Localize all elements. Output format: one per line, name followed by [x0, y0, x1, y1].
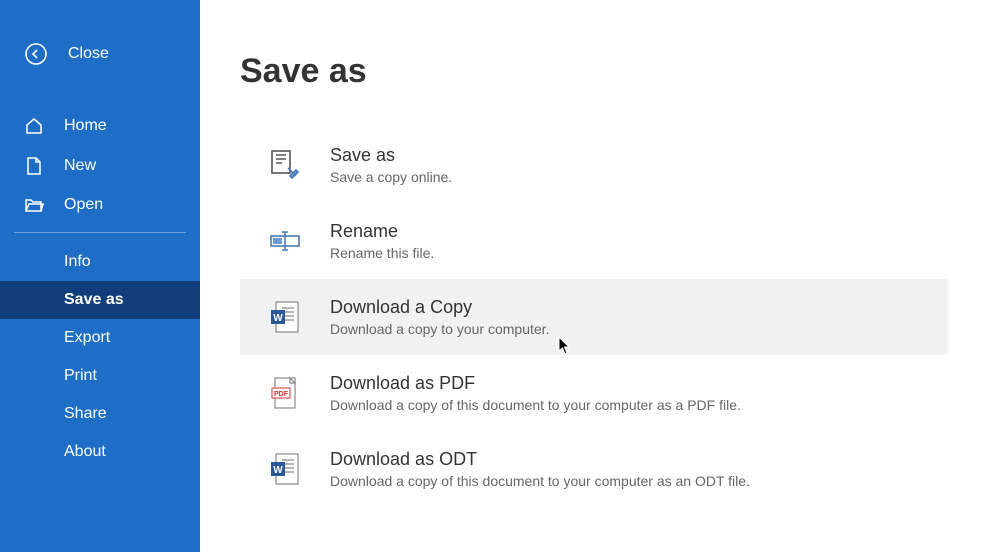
- sidebar-item-label: Save as: [64, 291, 124, 309]
- sidebar-item-label: Open: [64, 196, 103, 214]
- sidebar-item-info[interactable]: Info: [0, 243, 200, 281]
- option-download-odt[interactable]: W Download as ODT Download a copy of thi…: [240, 431, 948, 507]
- sidebar-item-home[interactable]: Home: [0, 106, 200, 146]
- svg-text:W: W: [273, 465, 283, 476]
- sidebar-item-export[interactable]: Export: [0, 319, 200, 357]
- option-rename[interactable]: Rename Rename this file.: [240, 203, 948, 279]
- close-button[interactable]: Close: [0, 24, 200, 84]
- option-save-as[interactable]: Save as Save a copy online.: [240, 127, 948, 203]
- sidebar-item-label: Home: [64, 117, 107, 135]
- page-title: Save as: [240, 52, 948, 91]
- sidebar-item-label: New: [64, 157, 96, 175]
- option-download-copy[interactable]: W Download a Copy Download a copy to you…: [240, 279, 948, 355]
- sidebar-item-label: About: [64, 443, 106, 461]
- sidebar-item-new[interactable]: New: [0, 146, 200, 186]
- option-title: Rename: [330, 221, 434, 242]
- word-doc-icon: W: [268, 300, 302, 334]
- option-desc: Download a copy to your computer.: [330, 321, 549, 337]
- svg-text:PDF: PDF: [274, 391, 289, 398]
- option-desc: Save a copy online.: [330, 169, 452, 185]
- sidebar-item-share[interactable]: Share: [0, 395, 200, 433]
- main-panel: Save as Save as Save a copy online. Rena…: [200, 0, 1004, 552]
- option-desc: Download a copy of this document to your…: [330, 473, 750, 489]
- sidebar-item-save-as[interactable]: Save as: [0, 281, 200, 319]
- option-desc: Download a copy of this document to your…: [330, 397, 741, 413]
- sidebar-item-label: Info: [64, 253, 91, 271]
- odt-doc-icon: W: [268, 452, 302, 486]
- sidebar-divider: [14, 232, 186, 233]
- option-download-pdf[interactable]: PDF Download as PDF Download a copy of t…: [240, 355, 948, 431]
- option-title: Save as: [330, 145, 452, 166]
- option-desc: Rename this file.: [330, 245, 434, 261]
- rename-icon: [268, 224, 302, 258]
- new-file-icon: [24, 156, 44, 176]
- sidebar: Close Home New Open Info: [0, 0, 200, 552]
- svg-text:W: W: [273, 313, 283, 324]
- sidebar-item-open[interactable]: Open: [0, 186, 200, 224]
- folder-open-icon: [24, 196, 44, 214]
- save-as-icon: [268, 148, 302, 182]
- sidebar-item-label: Export: [64, 329, 110, 347]
- home-icon: [24, 116, 44, 136]
- sidebar-item-label: Share: [64, 405, 107, 423]
- option-title: Download as ODT: [330, 449, 750, 470]
- sidebar-item-label: Print: [64, 367, 97, 385]
- option-title: Download a Copy: [330, 297, 549, 318]
- pdf-doc-icon: PDF: [268, 376, 302, 410]
- sidebar-item-about[interactable]: About: [0, 433, 200, 471]
- option-title: Download as PDF: [330, 373, 741, 394]
- back-arrow-icon: [24, 42, 48, 66]
- close-label: Close: [68, 45, 109, 63]
- sidebar-item-print[interactable]: Print: [0, 357, 200, 395]
